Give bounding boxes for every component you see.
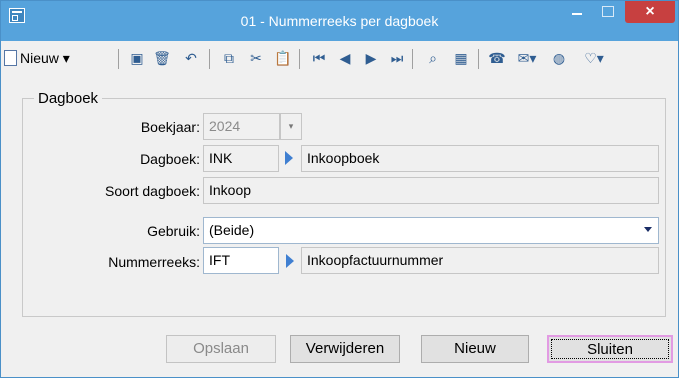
- toolbar-separator: [412, 49, 413, 69]
- last-record-icon[interactable]: ⏭: [387, 48, 407, 68]
- soort-dagboek-label: Soort dagboek:: [105, 183, 200, 199]
- first-record-icon[interactable]: ⏮: [309, 48, 329, 68]
- toolbar: Nieuw ▾ ▣ 🗑 ↶ ⧉ ✂ 📋 ⏮ ◀ ▶ ⏭ ⌕ ▦ ☎ ✉▾ ◍ ♡…: [2, 43, 678, 73]
- search-binoculars-icon[interactable]: ⌕: [421, 48, 445, 68]
- soort-dagboek-field: Inkoop: [203, 177, 659, 204]
- nummerreeks-lookup-icon[interactable]: [286, 254, 294, 268]
- mail-icon[interactable]: ✉▾: [510, 48, 544, 68]
- title-bar[interactable]: 01 - Nummerreeks per dagboek ×: [1, 1, 678, 41]
- gebruik-dropdown[interactable]: (Beide): [203, 217, 659, 244]
- gebruik-label: Gebruik:: [147, 223, 200, 239]
- maximize-button[interactable]: [591, 1, 623, 23]
- copy-icon[interactable]: ⧉: [218, 48, 240, 68]
- cut-icon[interactable]: ✂: [245, 48, 267, 68]
- dialog-window: 01 - Nummerreeks per dagboek × Nieuw ▾ ▣…: [0, 0, 679, 378]
- new-dropdown-button[interactable]: Nieuw ▾: [4, 48, 116, 68]
- phone-icon[interactable]: ☎: [487, 48, 507, 68]
- new-label: Nieuw: [20, 50, 59, 66]
- next-record-icon[interactable]: ▶: [361, 48, 381, 68]
- grid-icon[interactable]: ▦: [449, 48, 473, 68]
- dagboek-name-field: Inkoopboek: [301, 145, 659, 172]
- dagboek-label: Dagboek:: [140, 151, 200, 167]
- favorite-heart-icon[interactable]: ♡▾: [577, 48, 611, 68]
- globe-icon[interactable]: ◍: [547, 48, 571, 68]
- verwijderen-button[interactable]: Verwijderen: [290, 335, 400, 363]
- boekjaar-dropdown-button[interactable]: ▾: [280, 113, 302, 140]
- toolbar-separator: [209, 49, 210, 69]
- boekjaar-field[interactable]: 2024: [203, 113, 280, 140]
- dagboek-group-label: Dagboek: [34, 90, 103, 107]
- nummerreeks-name-field: Inkoopfactuurnummer: [301, 247, 659, 274]
- opslaan-button[interactable]: Opslaan: [166, 335, 276, 363]
- nummerreeks-code-field[interactable]: IFT: [203, 247, 279, 274]
- boekjaar-label: Boekjaar:: [140, 119, 200, 135]
- minimize-button[interactable]: [561, 1, 593, 23]
- chevron-down-icon[interactable]: [644, 227, 652, 232]
- toolbar-separator: [478, 49, 479, 69]
- dagboek-code-field[interactable]: INK: [203, 145, 279, 172]
- paste-icon[interactable]: 📋: [272, 48, 294, 68]
- document-icon: [4, 50, 17, 66]
- previous-record-icon[interactable]: ◀: [335, 48, 355, 68]
- nummerreeks-label: Nummerreeks:: [108, 254, 200, 270]
- undo-icon[interactable]: ↶: [180, 48, 202, 68]
- dagboek-lookup-icon[interactable]: [285, 151, 293, 165]
- sluiten-button[interactable]: Sluiten: [547, 335, 673, 363]
- toolbar-separator: [118, 49, 119, 69]
- nieuw-button[interactable]: Nieuw: [421, 335, 529, 363]
- save-icon[interactable]: ▣: [128, 48, 146, 68]
- delete-icon[interactable]: 🗑: [153, 48, 171, 68]
- toolbar-separator: [299, 49, 300, 69]
- close-button[interactable]: ×: [625, 1, 675, 23]
- chevron-down-icon: ▾: [62, 50, 70, 66]
